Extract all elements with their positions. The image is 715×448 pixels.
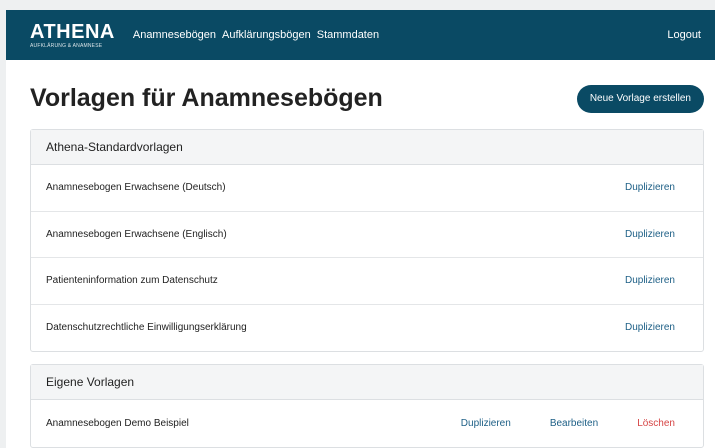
- duplicate-link[interactable]: Duplizieren: [625, 229, 688, 240]
- main-content: Vorlagen für Anamnesebögen Neue Vorlage …: [6, 60, 715, 448]
- duplicate-link[interactable]: Duplizieren: [625, 182, 688, 193]
- row-actions: Duplizieren Bearbeiten Löschen: [435, 418, 688, 429]
- nav-link-anamnesebogen[interactable]: Anamnesebögen: [133, 29, 216, 41]
- template-name: Anamnesebogen Erwachsene (Deutsch): [46, 182, 226, 194]
- template-name: Datenschutzrechtliche Einwilligungserklä…: [46, 322, 247, 334]
- list-item: Datenschutzrechtliche Einwilligungserklä…: [31, 305, 703, 352]
- list-item: Anamnesebogen Demo Beispiel Duplizieren …: [31, 400, 703, 447]
- new-template-button[interactable]: Neue Vorlage erstellen: [576, 84, 704, 113]
- list-item: Anamnesebogen Erwachsene (Englisch) Dupl…: [31, 212, 703, 258]
- logout-link[interactable]: Logout: [667, 29, 701, 41]
- list-item: Anamnesebogen Erwachsene (Deutsch) Dupli…: [31, 165, 703, 212]
- brand-name: ATHENA: [30, 20, 115, 43]
- list-item: Patienteninformation zum Datenschutz Dup…: [31, 258, 703, 305]
- page-header: Vorlagen für Anamnesebögen Neue Vorlage …: [30, 84, 704, 113]
- duplicate-link[interactable]: Duplizieren: [461, 418, 524, 429]
- standard-templates-header: Athena-Standardvorlagen: [31, 130, 703, 165]
- own-templates-card: Eigene Vorlagen Anamnesebogen Demo Beisp…: [30, 364, 704, 448]
- page-title: Vorlagen für Anamnesebögen: [30, 84, 383, 112]
- duplicate-link[interactable]: Duplizieren: [625, 322, 688, 333]
- top-navbar: ATHENA AUFKLÄRUNG & ANAMNESE Anamnesebög…: [6, 10, 715, 60]
- brand-tagline: AUFKLÄRUNG & ANAMNESE: [30, 42, 103, 49]
- template-name: Anamnesebogen Demo Beispiel: [46, 417, 189, 429]
- template-name: Anamnesebogen Erwachsene (Englisch): [46, 228, 227, 240]
- delete-link[interactable]: Löschen: [637, 418, 688, 429]
- app-window: ATHENA AUFKLÄRUNG & ANAMNESE Anamnesebög…: [6, 10, 715, 448]
- edit-link[interactable]: Bearbeiten: [550, 418, 611, 429]
- template-name: Patienteninformation zum Datenschutz: [46, 275, 218, 287]
- brand-logo[interactable]: ATHENA AUFKLÄRUNG & ANAMNESE: [30, 22, 115, 49]
- own-templates-header: Eigene Vorlagen: [31, 365, 703, 400]
- duplicate-link[interactable]: Duplizieren: [625, 275, 688, 286]
- nav-link-stammdaten[interactable]: Stammdaten: [317, 29, 379, 41]
- nav-link-aufklaerungsbogen[interactable]: Aufklärungsbögen: [222, 29, 311, 41]
- standard-templates-card: Athena-Standardvorlagen Anamnesebogen Er…: [30, 129, 704, 352]
